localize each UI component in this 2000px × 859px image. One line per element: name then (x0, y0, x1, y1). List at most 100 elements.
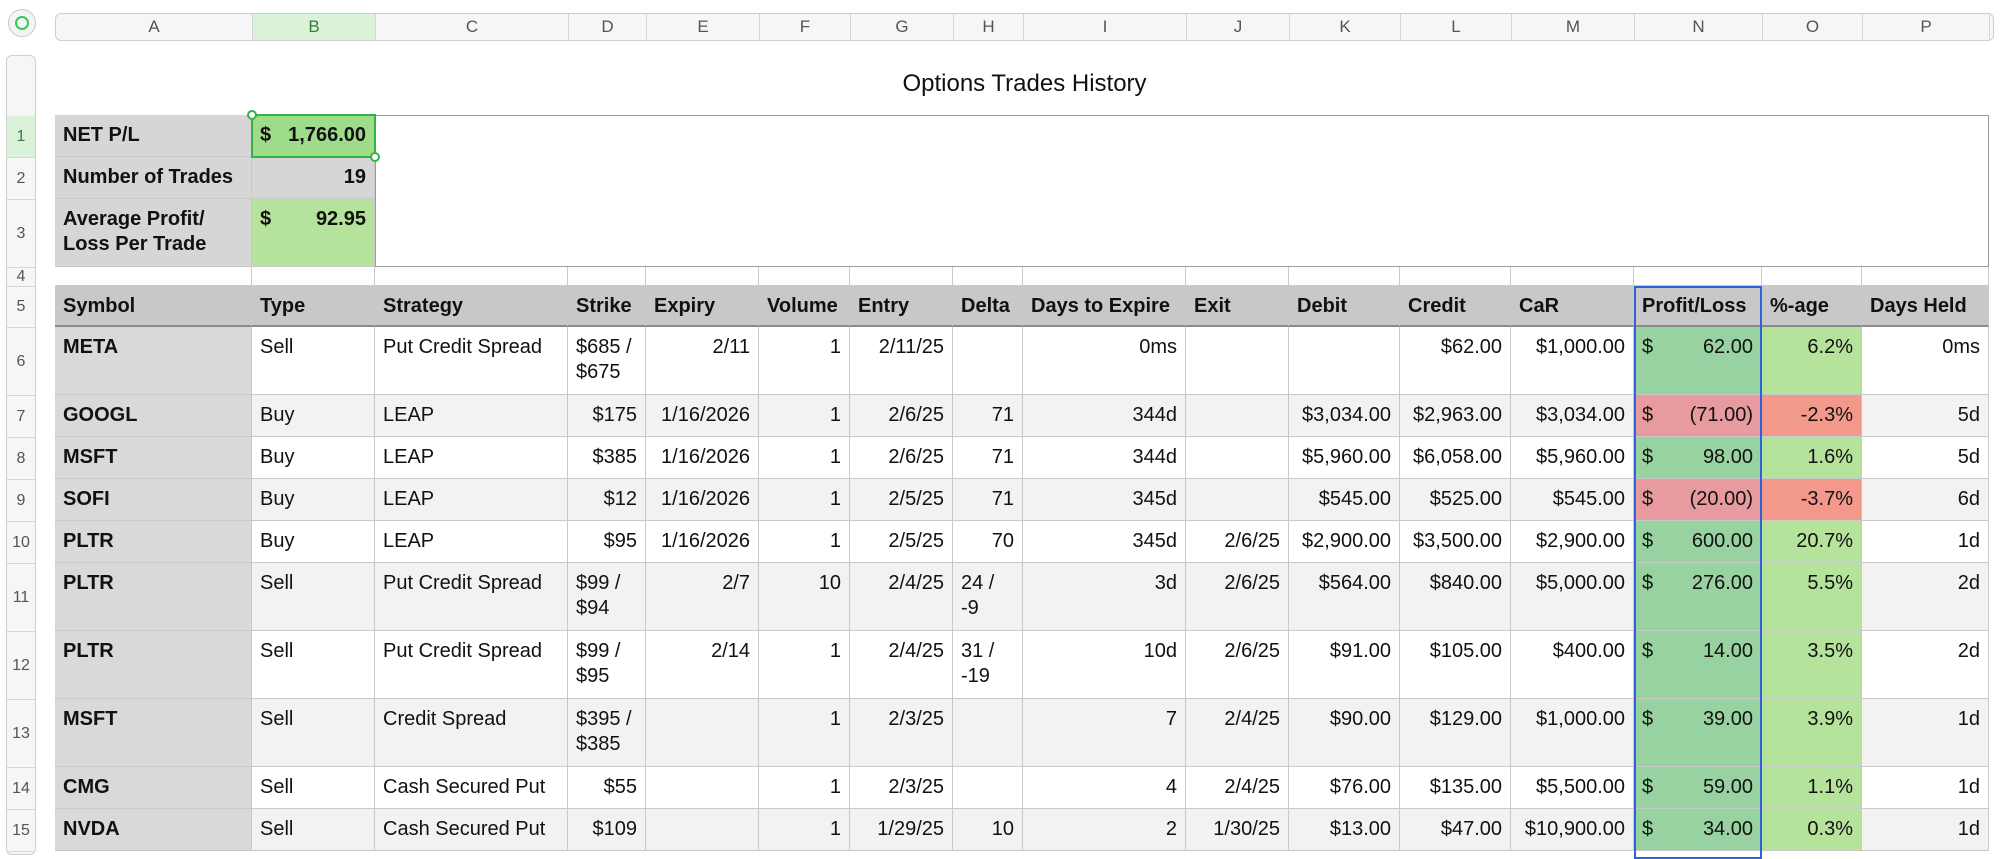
column-title[interactable]: Exit (1186, 286, 1289, 327)
trade-cell-entry[interactable]: 2/6/25 (850, 395, 953, 437)
trade-cell-pct[interactable]: 1.6% (1762, 437, 1862, 479)
trade-cell-pl[interactable]: $98.00 (1634, 437, 1762, 479)
trade-cell-expiry[interactable]: 1/16/2026 (646, 521, 759, 563)
trade-cell-strategy[interactable]: LEAP (375, 437, 568, 479)
trade-cell-volume[interactable]: 1 (759, 767, 850, 809)
column-header-j[interactable]: J (1187, 14, 1290, 40)
trade-cell-entry[interactable]: 2/6/25 (850, 437, 953, 479)
trade-cell-exit[interactable] (1186, 327, 1289, 395)
trade-cell-exit[interactable]: 1/30/25 (1186, 809, 1289, 851)
empty-cell[interactable] (55, 267, 252, 286)
column-header-n[interactable]: N (1635, 14, 1763, 40)
trade-cell-strategy[interactable]: LEAP (375, 521, 568, 563)
trade-cell-credit[interactable]: $3,500.00 (1400, 521, 1511, 563)
trade-cell-strike[interactable]: $99 / $95 (568, 631, 646, 699)
trade-cell-exit[interactable]: 2/6/25 (1186, 563, 1289, 631)
column-header-f[interactable]: F (760, 14, 851, 40)
trade-cell-expiry[interactable]: 1/16/2026 (646, 437, 759, 479)
trade-cell-pl[interactable]: $276.00 (1634, 563, 1762, 631)
trade-cell-debit[interactable]: $76.00 (1289, 767, 1400, 809)
trade-cell-type[interactable]: Sell (252, 767, 375, 809)
trade-cell-volume[interactable]: 1 (759, 437, 850, 479)
trade-cell-pct[interactable]: -2.3% (1762, 395, 1862, 437)
column-title[interactable]: Credit (1400, 286, 1511, 327)
column-header-i[interactable]: I (1024, 14, 1187, 40)
column-header-p[interactable]: P (1863, 14, 1990, 40)
trade-cell-car[interactable]: $10,900.00 (1511, 809, 1634, 851)
trade-cell-dte[interactable]: 344d (1023, 437, 1186, 479)
trade-cell-type[interactable]: Sell (252, 563, 375, 631)
trade-cell-strategy[interactable]: Credit Spread (375, 699, 568, 767)
trade-cell-delta[interactable]: 71 (953, 395, 1023, 437)
trade-cell-strike[interactable]: $109 (568, 809, 646, 851)
trade-cell-volume[interactable]: 1 (759, 809, 850, 851)
trade-cell-pct[interactable]: 0.3% (1762, 809, 1862, 851)
trade-cell-pl[interactable]: $600.00 (1634, 521, 1762, 563)
trade-cell-volume[interactable]: 1 (759, 327, 850, 395)
trade-cell-credit[interactable]: $135.00 (1400, 767, 1511, 809)
trade-cell-symbol[interactable]: MSFT (55, 699, 252, 767)
trade-cell-credit[interactable]: $2,963.00 (1400, 395, 1511, 437)
trade-cell-type[interactable]: Buy (252, 437, 375, 479)
trade-cell-credit[interactable]: $840.00 (1400, 563, 1511, 631)
trade-cell-volume[interactable]: 1 (759, 699, 850, 767)
trade-cell-car[interactable]: $2,900.00 (1511, 521, 1634, 563)
trade-cell-dte[interactable]: 2 (1023, 809, 1186, 851)
column-title[interactable]: %-age (1762, 286, 1862, 327)
row-header-15[interactable]: 15 (7, 810, 35, 852)
trade-cell-car[interactable]: $1,000.00 (1511, 699, 1634, 767)
trade-cell-debit[interactable]: $91.00 (1289, 631, 1400, 699)
trade-cell-strike[interactable]: $95 (568, 521, 646, 563)
trade-cell-held[interactable]: 0ms (1862, 327, 1989, 395)
empty-cell[interactable] (375, 267, 568, 286)
trade-cell-type[interactable]: Sell (252, 699, 375, 767)
empty-cell[interactable] (568, 267, 646, 286)
empty-cell[interactable] (850, 267, 953, 286)
trade-cell-pl[interactable]: $59.00 (1634, 767, 1762, 809)
trade-cell-car[interactable]: $545.00 (1511, 479, 1634, 521)
trade-cell-volume[interactable]: 1 (759, 631, 850, 699)
row-header-10[interactable]: 10 (7, 522, 35, 564)
trade-cell-held[interactable]: 1d (1862, 767, 1989, 809)
trade-cell-pl[interactable]: $34.00 (1634, 809, 1762, 851)
trade-cell-symbol[interactable]: PLTR (55, 631, 252, 699)
trade-cell-delta[interactable]: 70 (953, 521, 1023, 563)
summary-value[interactable]: 19 (252, 157, 375, 199)
row-header-8[interactable]: 8 (7, 438, 35, 480)
trade-cell-credit[interactable]: $62.00 (1400, 327, 1511, 395)
column-title[interactable]: CaR (1511, 286, 1634, 327)
trade-cell-car[interactable]: $3,034.00 (1511, 395, 1634, 437)
trade-cell-held[interactable]: 1d (1862, 809, 1989, 851)
trade-cell-expiry[interactable]: 2/14 (646, 631, 759, 699)
trade-cell-pct[interactable]: 3.5% (1762, 631, 1862, 699)
trade-cell-expiry[interactable]: 1/16/2026 (646, 479, 759, 521)
trade-cell-exit[interactable]: 2/4/25 (1186, 699, 1289, 767)
column-title[interactable]: Strategy (375, 286, 568, 327)
summary-label[interactable]: Average Profit/ Loss Per Trade (55, 199, 252, 267)
trade-cell-pl[interactable]: $62.00 (1634, 327, 1762, 395)
trade-cell-delta[interactable]: 71 (953, 437, 1023, 479)
trade-cell-type[interactable]: Buy (252, 521, 375, 563)
column-header-g[interactable]: G (851, 14, 954, 40)
trade-cell-credit[interactable]: $6,058.00 (1400, 437, 1511, 479)
trade-cell-strike[interactable]: $385 (568, 437, 646, 479)
column-title[interactable]: Entry (850, 286, 953, 327)
trade-cell-debit[interactable]: $13.00 (1289, 809, 1400, 851)
empty-cell[interactable] (1023, 267, 1186, 286)
summary-label[interactable]: NET P/L (55, 115, 252, 157)
empty-cell[interactable] (1634, 267, 1762, 286)
trade-cell-entry[interactable]: 2/3/25 (850, 699, 953, 767)
column-header-a[interactable]: A (56, 14, 253, 40)
trade-cell-expiry[interactable]: 2/11 (646, 327, 759, 395)
trade-cell-symbol[interactable]: PLTR (55, 563, 252, 631)
trade-cell-strategy[interactable]: LEAP (375, 479, 568, 521)
trade-cell-symbol[interactable]: GOOGL (55, 395, 252, 437)
summary-value[interactable]: $1,766.00 (252, 115, 375, 157)
trade-cell-entry[interactable]: 2/5/25 (850, 479, 953, 521)
trade-cell-volume[interactable]: 1 (759, 395, 850, 437)
trade-cell-expiry[interactable] (646, 699, 759, 767)
trade-cell-car[interactable]: $5,960.00 (1511, 437, 1634, 479)
trade-cell-held[interactable]: 1d (1862, 521, 1989, 563)
trade-cell-dte[interactable]: 345d (1023, 521, 1186, 563)
column-header-c[interactable]: C (376, 14, 569, 40)
